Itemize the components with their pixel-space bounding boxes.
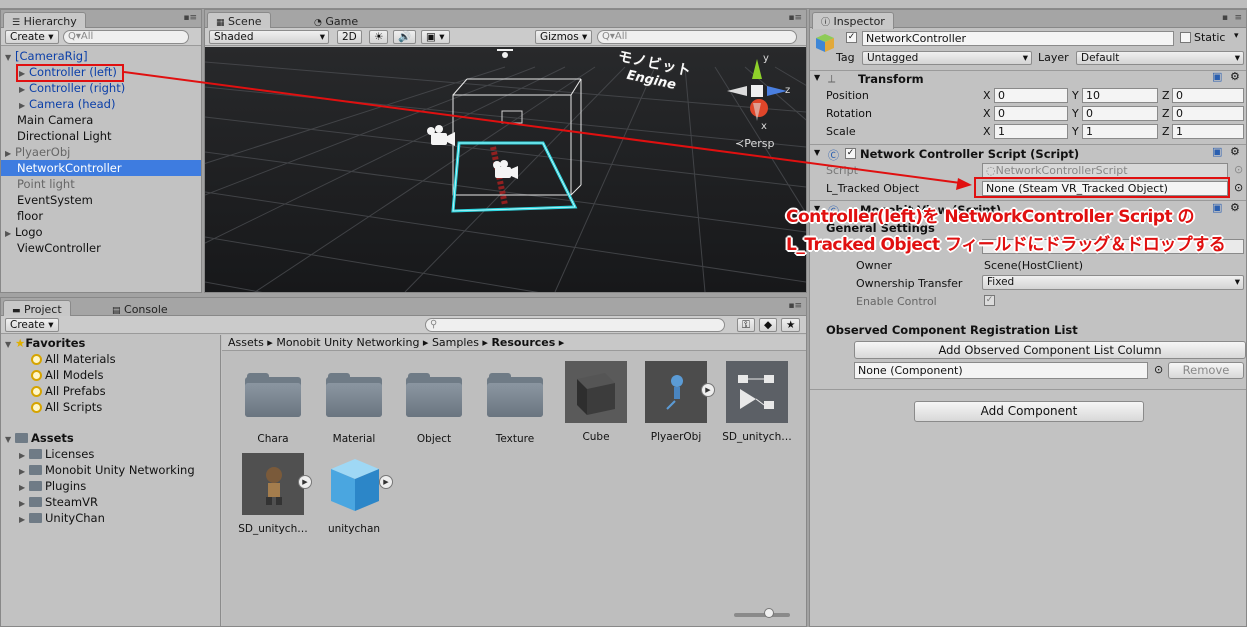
annotation-line-1: Controller(left)を NetworkController Scri… [786,207,1195,227]
annotation-callout: Controller(left)を NetworkController Scri… [786,203,1244,259]
annotation-arrow [123,71,972,190]
annotation-line-2: L_Tracked Object フィールドにドラッグ＆ドロップする [786,235,1226,255]
arrow-line [123,71,969,185]
arrow-head [956,178,972,190]
